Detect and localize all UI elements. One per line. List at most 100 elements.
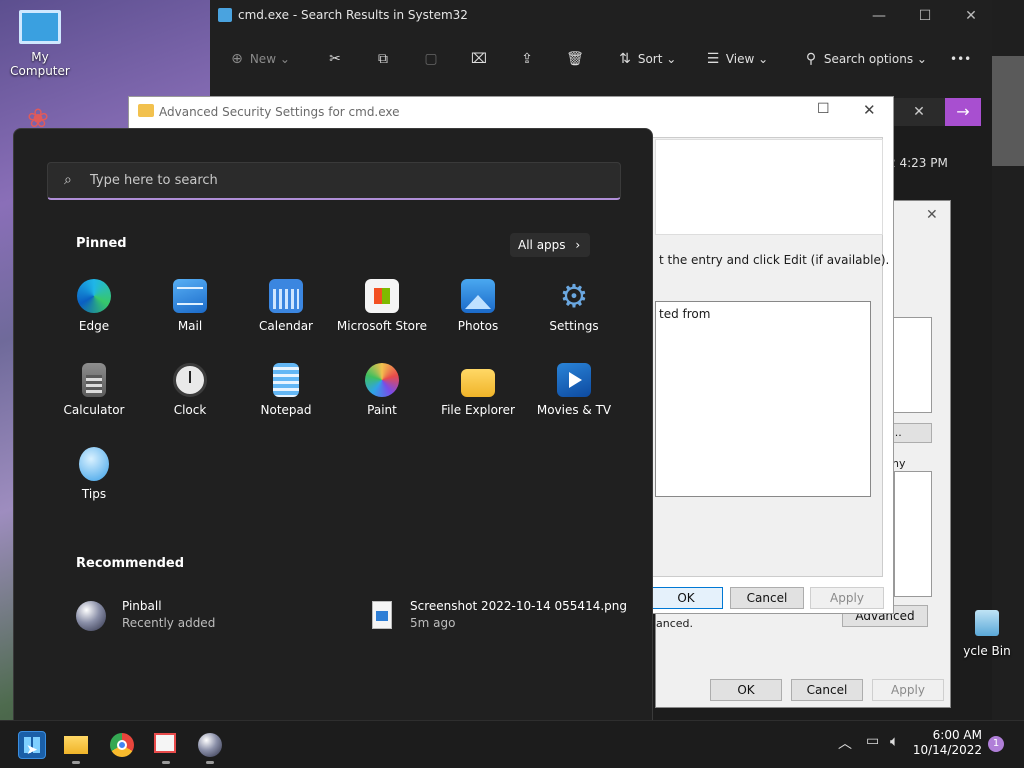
calendar-icon bbox=[269, 279, 303, 313]
pinned-app-notepad[interactable]: Notepad bbox=[238, 363, 334, 417]
copy-button[interactable]: ⧉ bbox=[374, 48, 392, 70]
maximize-button[interactable]: ☐ bbox=[902, 4, 948, 28]
network-icon[interactable]: ▭ bbox=[866, 733, 879, 749]
search-options-button[interactable]: ⚲ Search options ⌄ bbox=[802, 48, 927, 70]
taskbar-chrome[interactable] bbox=[108, 731, 136, 759]
copy-icon: ⧉ bbox=[378, 51, 388, 67]
explorer-app-icon bbox=[218, 8, 232, 22]
pinned-app-file-explorer[interactable]: File Explorer bbox=[430, 363, 526, 417]
search-options-icon: ⚲ bbox=[805, 51, 817, 67]
pinned-app-tips[interactable]: Tips bbox=[46, 447, 142, 501]
maximize-button[interactable]: ☐ bbox=[817, 101, 830, 117]
my-computer-desktop-icon[interactable]: My Computer bbox=[0, 10, 80, 78]
taskbar-time: 6:00 AM bbox=[932, 728, 982, 742]
taskbar-file-explorer[interactable] bbox=[62, 731, 90, 759]
chevron-up-icon[interactable]: ︿ bbox=[838, 733, 852, 753]
pinned-app-mail[interactable]: Mail bbox=[142, 279, 238, 333]
store-icon bbox=[365, 279, 399, 313]
plus-circle-icon: ⊕ bbox=[231, 51, 243, 67]
new-button[interactable]: ⊕ New ⌄ bbox=[228, 48, 290, 70]
delete-button[interactable]: 🗑 bbox=[566, 48, 584, 70]
pinned-app-label: Paint bbox=[367, 403, 397, 417]
pinned-app-movies-tv[interactable]: Movies & TV bbox=[526, 363, 622, 417]
advanced-hint-fragment: anced. bbox=[656, 617, 694, 630]
adv-ok-button[interactable]: OK bbox=[649, 587, 723, 609]
close-button[interactable]: ✕ bbox=[948, 4, 994, 28]
sort-label: Sort bbox=[637, 52, 663, 66]
properties-apply-button[interactable]: Apply bbox=[872, 679, 944, 701]
volume-icon[interactable]: 🔈︎ bbox=[890, 732, 899, 750]
calculator-icon bbox=[82, 363, 106, 397]
recommended-item-screenshot[interactable]: Screenshot 2022-10-14 055414.png 5m ago bbox=[370, 599, 640, 630]
mouse-cursor-icon: ➤ bbox=[26, 742, 38, 758]
cut-button[interactable]: ✂ bbox=[326, 48, 344, 70]
photos-icon bbox=[461, 279, 495, 313]
rename-icon: ⌧ bbox=[470, 51, 488, 67]
taskbar-snipping-tool[interactable] bbox=[152, 731, 180, 759]
new-label: New bbox=[249, 52, 277, 66]
recommended-item-pinball[interactable]: Pinball Recently added bbox=[76, 599, 336, 631]
pinned-app-calendar[interactable]: Calendar bbox=[238, 279, 334, 333]
recommended-title: Recommended bbox=[76, 556, 185, 571]
recommended-name: Pinball bbox=[122, 599, 162, 613]
taskbar-date: 10/14/2022 bbox=[912, 743, 982, 757]
explorer-search-box[interactable]: ✕ bbox=[893, 98, 945, 126]
pinned-app-label: Calendar bbox=[259, 319, 313, 333]
pinned-app-label: Microsoft Store bbox=[336, 319, 428, 333]
clock-area[interactable]: 6:00 AM 10/14/2022 bbox=[912, 728, 982, 758]
more-options-button[interactable]: ••• bbox=[950, 48, 971, 70]
permission-entries-list[interactable] bbox=[655, 301, 871, 497]
pinned-app-calculator[interactable]: Calculator bbox=[46, 363, 142, 417]
pinned-app-clock[interactable]: Clock bbox=[142, 363, 238, 417]
view-button[interactable]: ☰ View ⌄ bbox=[704, 48, 768, 70]
pinned-app-paint[interactable]: Paint bbox=[334, 363, 430, 417]
pinned-app-label: Notepad bbox=[260, 403, 312, 417]
pinned-title: Pinned bbox=[76, 236, 127, 251]
pinned-app-label: Photos bbox=[457, 319, 499, 333]
inherited-from-column: ted from bbox=[659, 307, 711, 321]
recycle-bin-desktop-icon[interactable]: ycle Bin bbox=[950, 610, 1024, 658]
sort-icon: ⇅ bbox=[619, 51, 631, 67]
taskbar-pinball[interactable] bbox=[196, 731, 224, 759]
pinned-app-photos[interactable]: Photos bbox=[430, 279, 526, 333]
chevron-right-icon: › bbox=[575, 238, 581, 252]
start-menu: ⌕ Type here to search Pinned All apps › … bbox=[13, 128, 653, 722]
pinned-app-settings[interactable]: ⚙ Settings bbox=[526, 279, 622, 333]
view-icon: ☰ bbox=[706, 51, 720, 67]
adv-cancel-button[interactable]: Cancel bbox=[730, 587, 804, 609]
search-go-button[interactable]: → bbox=[945, 98, 981, 126]
taskbar: ➤ ︿ ▭ 🔈︎ 6:00 AM 10/14/2022 1 bbox=[0, 720, 1024, 768]
all-apps-button[interactable]: All apps › bbox=[510, 233, 590, 257]
close-button[interactable]: ✕ bbox=[863, 101, 876, 119]
my-computer-label: My Computer bbox=[10, 50, 70, 78]
background-thumbnail bbox=[992, 56, 1024, 166]
rename-button[interactable]: ⌧ bbox=[470, 48, 488, 70]
pinned-app-label: Calculator bbox=[63, 403, 125, 417]
recycle-bin-icon bbox=[975, 610, 999, 636]
share-button[interactable]: ⇪ bbox=[518, 48, 536, 70]
notification-badge[interactable]: 1 bbox=[988, 736, 1004, 752]
recommended-name: Screenshot 2022-10-14 055414.png bbox=[410, 599, 627, 613]
scissors-icon: ✂ bbox=[329, 51, 341, 67]
minimize-button[interactable]: — bbox=[856, 4, 902, 28]
search-options-label: Search options bbox=[823, 52, 914, 66]
permissions-list[interactable] bbox=[894, 471, 932, 597]
pinned-app-edge[interactable]: Edge bbox=[46, 279, 142, 333]
settings-icon: ⚙ bbox=[559, 277, 589, 315]
monitor-icon bbox=[19, 10, 61, 44]
pinned-app-microsoft-store[interactable]: Microsoft Store bbox=[334, 279, 430, 333]
properties-cancel-button[interactable]: Cancel bbox=[791, 679, 863, 701]
adv-apply-button[interactable]: Apply bbox=[810, 587, 884, 609]
folder-icon bbox=[461, 369, 495, 397]
pinned-app-label: Settings bbox=[549, 319, 599, 333]
start-search-box[interactable]: ⌕ Type here to search bbox=[47, 162, 621, 200]
folder-icon bbox=[138, 104, 154, 117]
pinned-app-label: File Explorer bbox=[441, 403, 515, 417]
tips-icon bbox=[79, 447, 109, 481]
file-explorer-window: cmd.exe - Search Results in System32 — ☐… bbox=[210, 0, 992, 100]
properties-ok-button[interactable]: OK bbox=[710, 679, 782, 701]
paste-button[interactable]: ▢ bbox=[422, 48, 440, 70]
sort-button[interactable]: ⇅ Sort ⌄ bbox=[616, 48, 676, 70]
start-button[interactable]: ➤ bbox=[18, 731, 46, 759]
properties-close-icon[interactable]: ✕ bbox=[926, 207, 938, 223]
